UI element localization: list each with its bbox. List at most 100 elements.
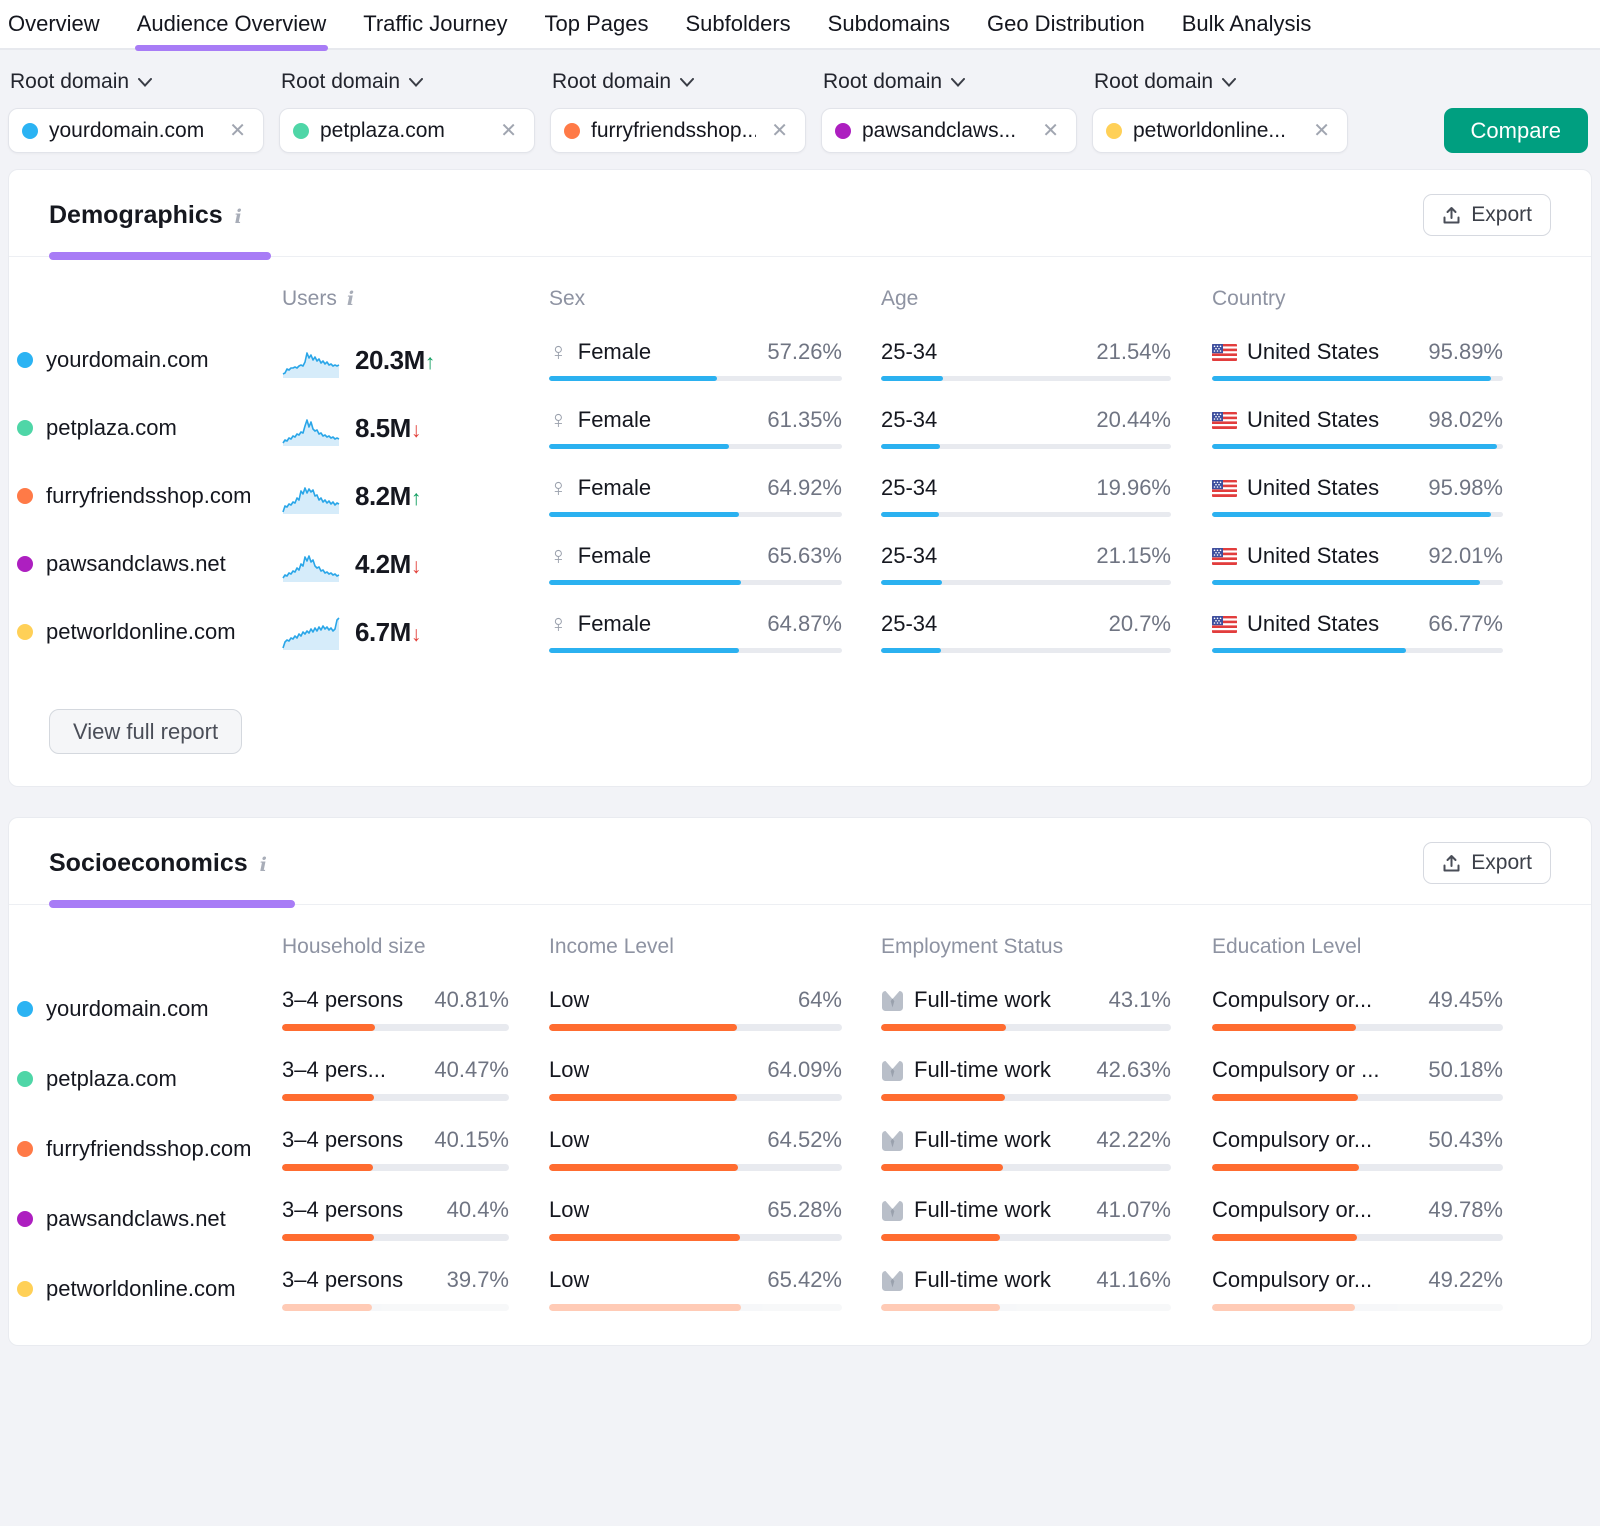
demographics-table-row: furryfriendsshop.com 8.2M↑ ♀ Female 64.9… xyxy=(17,475,1551,517)
row-domain: petworldonline.com xyxy=(17,1276,282,1302)
tab-bulk-analysis[interactable]: Bulk Analysis xyxy=(1182,0,1312,49)
country-cell: United States 66.77% xyxy=(1212,611,1503,653)
domain-name: yourdomain.com xyxy=(46,996,209,1022)
domain-chip-5[interactable]: petworldonline... ✕ xyxy=(1092,108,1348,153)
domain-chip-label: yourdomain.com xyxy=(49,119,214,143)
row-domain: yourdomain.com xyxy=(17,996,282,1022)
domain-name: yourdomain.com xyxy=(46,347,209,373)
tab-subfolders[interactable]: Subfolders xyxy=(685,0,790,49)
chevron-down-icon xyxy=(138,78,152,87)
tab-overview[interactable]: Overview xyxy=(8,0,100,49)
sex-cell: ♀ Female 57.26% xyxy=(549,339,881,381)
domain-color-dot xyxy=(293,123,309,139)
filter-group-4: Root domain pawsandclaws... ✕ xyxy=(821,64,1077,153)
domain-chip-4[interactable]: pawsandclaws... ✕ xyxy=(821,108,1077,153)
income-progress-bar xyxy=(549,1024,842,1031)
country-label: United States xyxy=(1247,407,1379,433)
column-header-users: Users i xyxy=(282,257,549,325)
country-progress-bar xyxy=(1212,648,1503,653)
domain-color-dot xyxy=(17,624,33,640)
income-level-cell: Low 65.28% xyxy=(549,1197,881,1241)
top-navigation: Overview Audience Overview Traffic Journ… xyxy=(0,0,1600,50)
domain-chip-label: petworldonline... xyxy=(1133,119,1298,143)
users-cell: 8.5M↓ xyxy=(282,408,549,448)
remove-domain-icon[interactable]: ✕ xyxy=(496,116,521,145)
income-label: Low xyxy=(549,1267,589,1293)
age-value: 19.96% xyxy=(1096,475,1171,501)
row-domain: furryfriendsshop.com xyxy=(17,1136,282,1162)
row-domain: yourdomain.com xyxy=(17,347,282,373)
filter-group-3: Root domain furryfriendsshop... ✕ xyxy=(550,64,806,153)
compare-button[interactable]: Compare xyxy=(1444,108,1588,153)
country-cell: United States 98.02% xyxy=(1212,407,1503,449)
domain-name: petworldonline.com xyxy=(46,619,236,645)
income-label: Low xyxy=(549,1127,589,1153)
domain-chip-2[interactable]: petplaza.com ✕ xyxy=(279,108,535,153)
tab-audience-overview[interactable]: Audience Overview xyxy=(137,0,327,49)
row-domain: pawsandclaws.net xyxy=(17,1206,282,1232)
tab-subdomains[interactable]: Subdomains xyxy=(828,0,950,49)
tab-traffic-journey[interactable]: Traffic Journey xyxy=(363,0,507,49)
employment-value: 41.16% xyxy=(1096,1267,1171,1293)
sex-progress-bar xyxy=(549,512,842,517)
column-header-age: Age xyxy=(881,257,1212,325)
education-value: 49.45% xyxy=(1428,987,1503,1013)
root-domain-dropdown-3[interactable]: Root domain xyxy=(552,70,806,94)
view-full-report-button[interactable]: View full report xyxy=(49,709,242,754)
domain-chip-3[interactable]: furryfriendsshop... ✕ xyxy=(550,108,806,153)
domain-name: furryfriendsshop.com xyxy=(46,1136,251,1162)
tab-top-pages[interactable]: Top Pages xyxy=(545,0,649,49)
household-value: 40.47% xyxy=(434,1057,509,1083)
domain-name: petworldonline.com xyxy=(46,1276,236,1302)
chevron-down-icon xyxy=(951,78,965,87)
row-domain: furryfriendsshop.com xyxy=(17,483,282,509)
income-value: 65.42% xyxy=(767,1267,842,1293)
domain-color-dot xyxy=(564,123,580,139)
employment-status-cell: Full-time work 42.63% xyxy=(881,1057,1212,1101)
root-domain-dropdown-1[interactable]: Root domain xyxy=(10,70,264,94)
root-domain-dropdown-4[interactable]: Root domain xyxy=(823,70,1077,94)
export-button[interactable]: Export xyxy=(1423,194,1551,236)
remove-domain-icon[interactable]: ✕ xyxy=(225,116,250,145)
info-icon[interactable]: i xyxy=(260,854,267,876)
country-cell: United States 92.01% xyxy=(1212,543,1503,585)
sex-cell: ♀ Female 61.35% xyxy=(549,407,881,449)
country-value: 95.98% xyxy=(1428,475,1503,501)
domain-color-dot xyxy=(17,556,33,572)
age-value: 21.15% xyxy=(1096,543,1171,569)
household-label: 3–4 persons xyxy=(282,987,403,1013)
users-value: 6.7M↓ xyxy=(355,617,421,648)
demographics-table-row: yourdomain.com 20.3M↑ ♀ Female 57.26% 25… xyxy=(17,339,1551,381)
remove-domain-icon[interactable]: ✕ xyxy=(1038,116,1063,145)
age-progress-bar xyxy=(881,580,1171,585)
tab-geo-distribution[interactable]: Geo Distribution xyxy=(987,0,1145,49)
sex-progress-bar xyxy=(549,376,842,381)
export-button[interactable]: Export xyxy=(1423,842,1551,884)
age-cell: 25-34 20.7% xyxy=(881,611,1212,653)
employment-suit-icon xyxy=(881,1199,904,1222)
root-domain-dropdown-2[interactable]: Root domain xyxy=(281,70,535,94)
income-level-cell: Low 64% xyxy=(549,987,881,1031)
domain-chip-1[interactable]: yourdomain.com ✕ xyxy=(8,108,264,153)
education-progress-bar xyxy=(1212,1094,1503,1101)
income-label: Low xyxy=(549,987,589,1013)
household-value: 40.4% xyxy=(447,1197,509,1223)
remove-domain-icon[interactable]: ✕ xyxy=(1309,116,1334,145)
female-icon: ♀ xyxy=(549,612,568,637)
root-domain-dropdown-5[interactable]: Root domain xyxy=(1094,70,1348,94)
domain-filters-bar: Root domain yourdomain.com ✕ Root domain… xyxy=(0,50,1600,169)
employment-suit-icon xyxy=(881,989,904,1012)
country-progress-bar xyxy=(1212,512,1503,517)
info-icon[interactable]: i xyxy=(347,288,354,310)
age-progress-bar xyxy=(881,648,1171,653)
trend-arrow-icon: ↓ xyxy=(411,555,421,578)
household-progress-bar xyxy=(282,1024,509,1031)
domain-color-dot xyxy=(22,123,38,139)
sex-label: Female xyxy=(578,407,651,433)
info-icon[interactable]: i xyxy=(235,206,242,228)
sex-cell: ♀ Female 64.87% xyxy=(549,611,881,653)
remove-domain-icon[interactable]: ✕ xyxy=(767,116,792,145)
sex-value: 64.92% xyxy=(767,475,842,501)
title-accent-bar xyxy=(49,252,271,260)
education-level-cell: Compulsory or... 50.43% xyxy=(1212,1127,1503,1171)
